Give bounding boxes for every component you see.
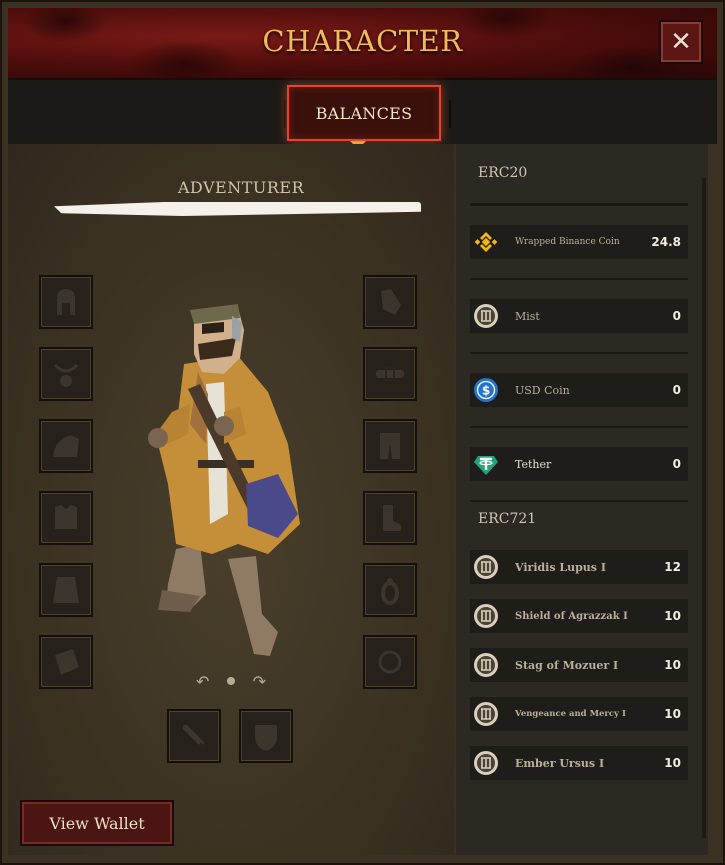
tab-separator (449, 100, 451, 128)
token-balance: 24.8 (651, 235, 681, 249)
token-name: Tether (515, 457, 552, 471)
weapon-slot[interactable] (167, 709, 221, 763)
character-model (148, 304, 300, 656)
token-row-mist[interactable]: Mist 0 (470, 299, 688, 333)
row-divider (470, 500, 688, 502)
nft-name: Vengeance and Mercy I (515, 709, 626, 719)
nft-name: Stag of Mozuer I (515, 658, 619, 672)
view-wallet-label: View Wallet (49, 813, 145, 833)
helmet-slot[interactable] (39, 275, 93, 329)
gloves-slot[interactable] (363, 275, 417, 329)
mist-icon (474, 653, 498, 677)
boots-slot[interactable] (363, 491, 417, 545)
tab-balances[interactable]: BALANCES (287, 85, 441, 141)
token-balance: 0 (672, 309, 681, 323)
mist-icon (474, 604, 498, 628)
belt-slot[interactable] (363, 347, 417, 401)
erc20-title: ERC20 (478, 165, 528, 181)
token-row-usdc[interactable]: $ USD Coin 0 (470, 373, 688, 407)
reset-rotation-button[interactable] (227, 677, 235, 685)
trinket-icon (378, 650, 402, 674)
ring-icon (381, 578, 399, 605)
cape-slot[interactable] (39, 563, 93, 617)
tether-icon (474, 456, 498, 475)
shield-icon (255, 725, 277, 751)
shoulder-icon (53, 435, 79, 457)
section-divider (470, 203, 688, 206)
nft-count: 10 (664, 609, 681, 623)
token-name: USD Coin (515, 383, 570, 397)
token-row-tether[interactable]: Tether 0 (470, 447, 688, 481)
pants-icon (380, 433, 400, 459)
mist-icon (474, 304, 498, 328)
bnb-icon (474, 232, 498, 252)
rotate-left-icon[interactable]: ↶ (196, 672, 209, 691)
token-name: Wrapped Binance Coin (515, 237, 620, 247)
tab-bar: BALANCES (8, 80, 717, 144)
nft-count: 10 (664, 707, 681, 721)
row-divider (470, 278, 688, 280)
rotate-controls: ↶ ↷ (196, 672, 266, 691)
cape-icon (53, 577, 79, 603)
window-title: CHARACTER (262, 24, 463, 58)
row-divider (470, 352, 688, 354)
rotate-right-icon[interactable]: ↷ (253, 672, 266, 691)
character-panel: ADVENTURER ↶ ↷ View Wallet (8, 144, 454, 855)
amulet-icon (53, 363, 79, 387)
bracer-icon (55, 649, 79, 675)
trinket-slot[interactable] (363, 635, 417, 689)
ring-slot[interactable] (363, 563, 417, 617)
chest-armor-icon (55, 505, 77, 529)
token-name: Mist (515, 309, 540, 323)
nft-name: Ember Ursus I (515, 756, 605, 770)
bracer-slot[interactable] (39, 635, 93, 689)
nft-name: Viridis Lupus I (515, 560, 606, 574)
pants-slot[interactable] (363, 419, 417, 473)
token-row-wbnb[interactable]: Wrapped Binance Coin 24.8 (470, 225, 688, 259)
nft-row[interactable]: Ember Ursus I 10 (470, 746, 688, 780)
close-icon: ✕ (670, 27, 692, 57)
helmet-icon (57, 289, 75, 315)
character-heading: ADVENTURER (177, 178, 305, 197)
chest-slot[interactable] (39, 491, 93, 545)
nft-row[interactable]: Stag of Mozuer I 10 (470, 648, 688, 682)
character-name-redacted (54, 202, 421, 216)
belt-icon (376, 367, 404, 381)
shield-slot[interactable] (239, 709, 293, 763)
nft-row[interactable]: Vengeance and Mercy I 10 (470, 697, 688, 731)
balances-scrollbar[interactable] (702, 178, 706, 838)
nft-count: 10 (664, 756, 681, 770)
row-divider (470, 426, 688, 428)
nft-count: 12 (664, 560, 681, 574)
token-balance: 0 (672, 383, 681, 397)
amulet-slot[interactable] (39, 347, 93, 401)
usdc-icon: $ (474, 378, 498, 402)
sword-icon (183, 725, 207, 751)
gloves-icon (381, 289, 401, 315)
mist-icon (474, 555, 498, 579)
window-header: CHARACTER ✕ (8, 8, 717, 80)
mist-icon (474, 702, 498, 726)
nft-count: 10 (664, 658, 681, 672)
nft-name: Shield of Agrazzak I (515, 610, 628, 622)
view-wallet-button[interactable]: View Wallet (20, 800, 174, 846)
boots-icon (383, 505, 401, 531)
erc721-title: ERC721 (478, 511, 537, 527)
mist-icon (474, 751, 498, 775)
tab-separator (284, 100, 286, 128)
token-balance: 0 (672, 457, 681, 471)
tab-balances-label: BALANCES (315, 103, 413, 123)
close-button[interactable]: ✕ (659, 20, 703, 64)
nft-row[interactable]: Viridis Lupus I 12 (470, 550, 688, 584)
nft-row[interactable]: Shield of Agrazzak I 10 (470, 599, 688, 633)
svg-text:$: $ (482, 384, 490, 398)
shoulder-slot[interactable] (39, 419, 93, 473)
